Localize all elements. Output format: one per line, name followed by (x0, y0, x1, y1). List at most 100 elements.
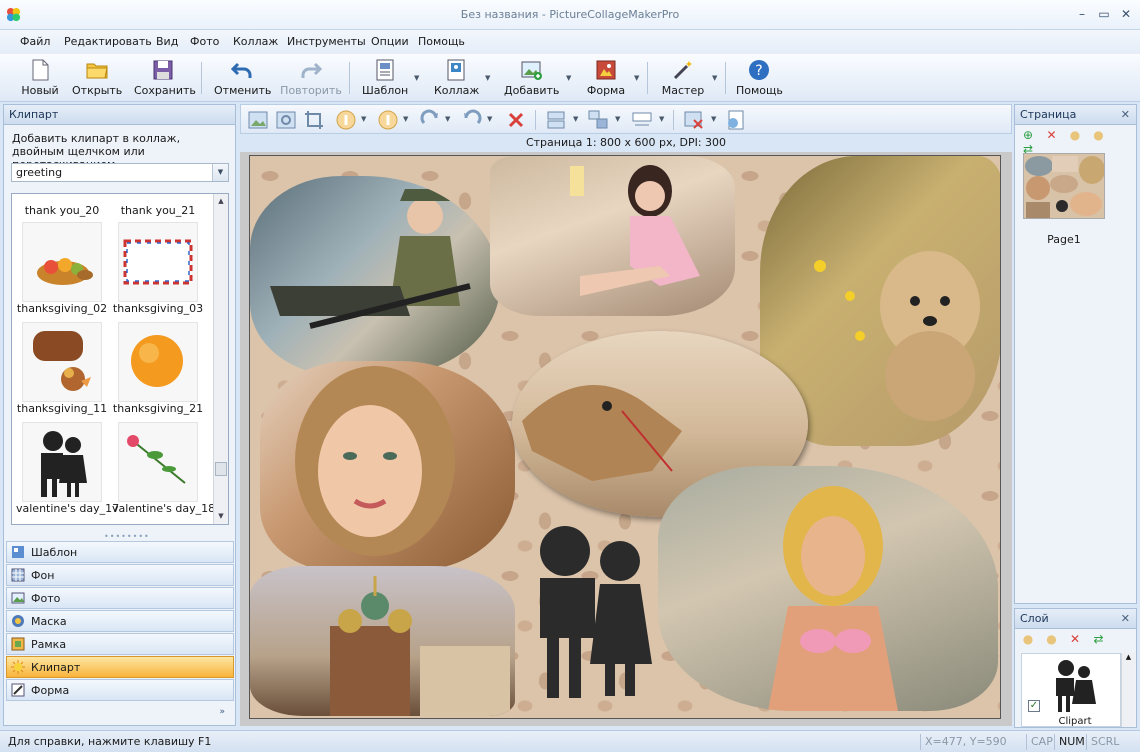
shape-dropdown-arrow[interactable]: ▼ (634, 74, 639, 82)
wizard-button[interactable]: Мастер (660, 56, 706, 100)
remove-image-icon[interactable] (683, 109, 705, 131)
layer-up-icon[interactable]: ● (1021, 632, 1035, 646)
redo-button[interactable]: Повторить (280, 56, 342, 100)
move-up-icon[interactable]: ● (1068, 128, 1082, 142)
scroll-thumb[interactable] (215, 462, 227, 476)
menu-collage[interactable]: Коллаж (233, 35, 278, 48)
close-icon[interactable]: ✕ (1118, 7, 1134, 21)
collage-photo[interactable] (250, 176, 500, 376)
status-caps: CAP (1026, 734, 1054, 750)
nav-item-mask[interactable]: Маска (6, 610, 234, 632)
open-button[interactable]: Открыть (72, 56, 122, 100)
collage-button[interactable]: Коллаж (434, 56, 479, 100)
layer-list: ✓ Clipart (1021, 653, 1121, 727)
menu-view[interactable]: Вид (156, 35, 178, 48)
chevron-down-icon[interactable]: ▼ (659, 115, 664, 123)
collage-photo[interactable] (250, 566, 515, 716)
collage-dropdown-arrow[interactable]: ▼ (485, 74, 490, 82)
add-button[interactable]: Добавить (504, 56, 559, 100)
template-dropdown-arrow[interactable]: ▼ (414, 74, 419, 82)
layer-panel-header: Слой ✕ (1015, 609, 1136, 629)
template-button[interactable]: Шаблон (362, 56, 408, 100)
layer-scrollbar[interactable]: ▲ (1121, 653, 1135, 727)
delete-layer-icon[interactable]: ✕ (1068, 632, 1082, 646)
collage-photo[interactable] (658, 466, 998, 711)
delete-icon[interactable] (505, 109, 527, 131)
close-icon[interactable]: ✕ (1121, 612, 1130, 625)
delete-page-icon[interactable]: ✕ (1045, 128, 1059, 142)
scroll-down-icon[interactable]: ▼ (214, 509, 228, 524)
scroll-up-icon[interactable]: ▲ (1122, 653, 1135, 661)
menu-tools[interactable]: Инструменты (287, 35, 366, 48)
minimize-icon[interactable]: – (1074, 7, 1090, 21)
nav-item-shape[interactable]: Форма (6, 679, 234, 701)
wizard-dropdown-arrow[interactable]: ▼ (712, 74, 717, 82)
chevron-down-icon[interactable]: ▼ (212, 164, 228, 181)
shape-button[interactable]: Форма (584, 56, 628, 100)
page-panel-title: Страница (1020, 108, 1077, 121)
distribute-icon[interactable] (631, 109, 653, 131)
send-backward-icon[interactable] (377, 109, 399, 131)
save-button[interactable]: Сохранить (134, 56, 196, 100)
menu-edit[interactable]: Редактировать (64, 35, 152, 48)
close-icon[interactable]: ✕ (1121, 108, 1130, 121)
collage-photo[interactable] (260, 361, 515, 571)
kissing-kids-clipart[interactable] (520, 516, 660, 701)
fit-image-icon[interactable] (247, 109, 269, 131)
menu-options[interactable]: Опции (371, 35, 409, 48)
add-page-icon[interactable]: ⊕ (1021, 128, 1035, 142)
list-item[interactable]: thanksgiving_02 (16, 222, 108, 315)
nav-item-template[interactable]: Шаблон (6, 541, 234, 563)
collage-photo[interactable] (490, 156, 735, 316)
layer-visibility-checkbox[interactable]: ✓ (1028, 700, 1040, 712)
nav-item-clipart[interactable]: Клипарт (6, 656, 234, 678)
clipart-scrollbar[interactable]: ▲ ▼ (213, 194, 228, 524)
chevron-down-icon[interactable]: ▼ (615, 115, 620, 123)
nav-item-photo[interactable]: Фото (6, 587, 234, 609)
rotate-left-icon[interactable] (461, 109, 483, 131)
list-item[interactable]: thanksgiving_03 (112, 222, 204, 315)
scroll-up-icon[interactable]: ▲ (214, 194, 228, 209)
menu-file[interactable]: Файл (20, 35, 50, 48)
chevron-down-icon[interactable]: ▼ (711, 115, 716, 123)
rotate-right-icon[interactable] (419, 109, 441, 131)
new-button[interactable]: Новый (18, 56, 62, 100)
layer-down-icon[interactable]: ● (1045, 632, 1059, 646)
align-icon[interactable] (545, 109, 567, 131)
menu-photo[interactable]: Фото (190, 35, 219, 48)
crop-icon[interactable] (303, 109, 325, 131)
list-item[interactable]: thanksgiving_21 (112, 322, 204, 415)
panel-splitter[interactable]: •••••••• (104, 532, 150, 541)
crop-fit-icon[interactable] (275, 109, 297, 131)
chevron-down-icon[interactable]: ▼ (573, 115, 578, 123)
list-item[interactable]: valentine's day_18 (112, 422, 215, 515)
bring-forward-icon[interactable] (335, 109, 357, 131)
layer-thumbnail[interactable] (1046, 656, 1104, 714)
refresh-icon[interactable]: ⇄ (1092, 632, 1106, 646)
expand-more-icon[interactable]: » (219, 707, 225, 717)
help-button[interactable]: ? Помощь (736, 56, 783, 100)
list-item[interactable]: thank you_20 (16, 204, 108, 217)
maximize-icon[interactable]: ▭ (1096, 7, 1112, 21)
add-dropdown-arrow[interactable]: ▼ (566, 74, 571, 82)
menu-help[interactable]: Помощь (418, 35, 465, 48)
layer-panel-title: Слой (1020, 612, 1049, 625)
category-select[interactable]: greeting ▼ (11, 163, 229, 182)
nav-item-frame[interactable]: Рамка (6, 633, 234, 655)
move-down-icon[interactable]: ● (1092, 128, 1106, 142)
chevron-down-icon[interactable]: ▼ (361, 115, 366, 123)
chevron-down-icon[interactable]: ▼ (445, 115, 450, 123)
list-item[interactable]: thank you_21 (112, 204, 204, 217)
image-properties-icon[interactable] (725, 109, 747, 131)
list-item[interactable]: thanksgiving_11 (16, 322, 108, 415)
page-thumbnail[interactable] (1023, 153, 1105, 219)
nav-item-background[interactable]: Фон (6, 564, 234, 586)
chevron-down-icon[interactable]: ▼ (487, 115, 492, 123)
toolbar-separator (647, 62, 648, 94)
undo-button[interactable]: Отменить (214, 56, 271, 100)
arrange-icon[interactable] (587, 109, 609, 131)
list-item[interactable]: valentine's day_17 (16, 422, 119, 515)
chevron-down-icon[interactable]: ▼ (403, 115, 408, 123)
collage-page[interactable] (249, 155, 1001, 719)
canvas-info: Страница 1: 800 x 600 px, DPI: 300 (525, 136, 727, 149)
